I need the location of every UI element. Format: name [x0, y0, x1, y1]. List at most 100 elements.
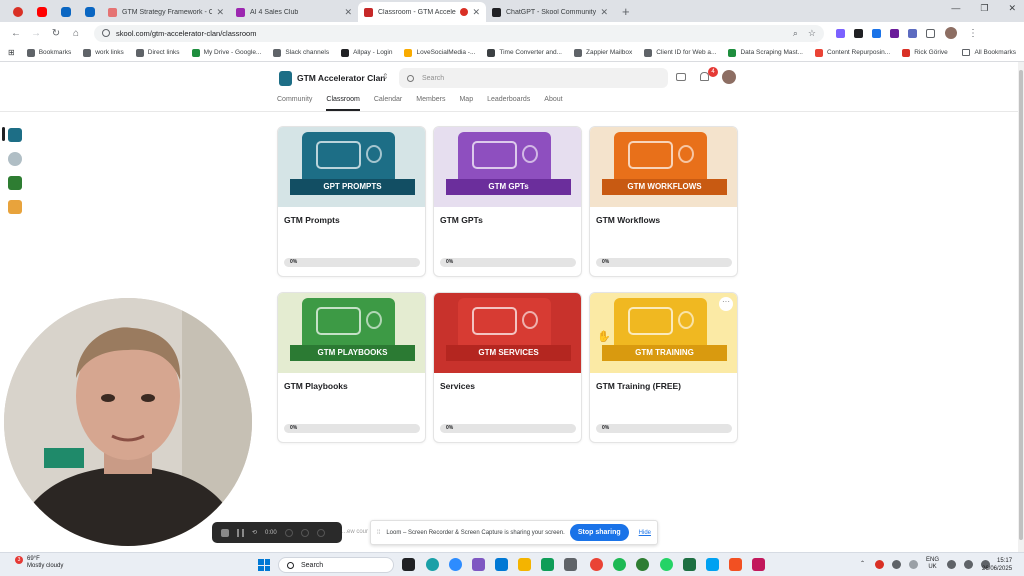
app-icon[interactable]: [564, 558, 577, 571]
bookmark-item[interactable]: Time Converter and...: [487, 48, 562, 57]
bookmark-star-icon[interactable]: ☆: [808, 28, 816, 39]
extension-icon[interactable]: [836, 28, 845, 38]
extension-icon[interactable]: [854, 28, 863, 38]
file-explorer-icon[interactable]: [402, 558, 415, 571]
extension-icon[interactable]: [890, 28, 899, 38]
course-card[interactable]: GTM PLAYBOOKS GTM Playbooks 0%: [277, 292, 426, 443]
browser-tab[interactable]: GTM Strategy Framework - Cla ✕: [102, 2, 230, 22]
excel-icon[interactable]: [683, 558, 696, 571]
microphone-icon[interactable]: [909, 559, 918, 569]
course-card[interactable]: GTM WORKFLOWS GTM Workflows 0%: [589, 126, 738, 277]
home-icon[interactable]: ⌂: [66, 28, 86, 39]
reload-icon[interactable]: ↻: [46, 28, 66, 39]
group-logo[interactable]: [279, 71, 292, 86]
forward-icon[interactable]: →: [26, 28, 46, 39]
zoom-app-icon[interactable]: [449, 558, 462, 571]
course-card[interactable]: GTM TRAINING GTM Training (FREE) 0% ···: [589, 292, 738, 443]
nav-tab-about[interactable]: About: [544, 96, 562, 111]
nav-tab-community[interactable]: Community: [277, 96, 312, 111]
webcam-bubble[interactable]: [4, 298, 252, 546]
app-icon[interactable]: [636, 558, 649, 571]
bookmark-item[interactable]: Direct links: [135, 48, 180, 57]
pause-icon[interactable]: [237, 528, 244, 537]
group-name[interactable]: GTM Accelerator Clan: [297, 73, 386, 83]
close-tab-icon[interactable]: ✕: [600, 7, 608, 18]
app-icon[interactable]: [541, 558, 554, 571]
pinned-tab-record[interactable]: [6, 2, 30, 22]
bookmark-item[interactable]: LoveSocialMedia -...: [404, 48, 475, 57]
close-tab-icon[interactable]: ✕: [344, 7, 352, 18]
address-bar[interactable]: skool.com/gtm-accelerator-clan/classroom…: [94, 24, 824, 42]
stop-recording-icon[interactable]: [221, 528, 229, 537]
taskbar-search[interactable]: Search: [278, 557, 394, 573]
spotify-icon[interactable]: [613, 558, 626, 571]
app-icon[interactable]: [729, 558, 742, 571]
nav-tab-calendar[interactable]: Calendar: [374, 96, 402, 111]
group-icon-brain[interactable]: [8, 152, 22, 166]
bookmark-item[interactable]: work links: [83, 48, 124, 57]
bookmark-item[interactable]: Content Repurposin...: [814, 48, 890, 57]
group-switcher-icon[interactable]: ⇕: [382, 72, 389, 81]
nav-tab-classroom[interactable]: Classroom: [326, 96, 360, 111]
bookmark-item[interactable]: Zappier Mailbox: [574, 48, 632, 57]
nav-tab-map[interactable]: Map: [459, 96, 473, 111]
more-options-icon[interactable]: ···: [719, 297, 733, 311]
scrollbar-thumb[interactable]: [1019, 70, 1023, 540]
all-bookmarks[interactable]: All Bookmarks: [962, 49, 1016, 56]
close-tab-icon[interactable]: ✕: [216, 7, 224, 18]
pinned-tab-linkedin-2[interactable]: [78, 2, 102, 22]
new-tab-button[interactable]: +: [614, 2, 638, 22]
bookmark-item[interactable]: Data Scraping Mast...: [728, 48, 803, 57]
bookmark-item[interactable]: Bookmarks: [26, 48, 71, 57]
weather-widget[interactable]: 3 69°F Mostly cloudy: [12, 556, 63, 570]
menu-icon[interactable]: ⋮: [963, 28, 983, 39]
app-icon[interactable]: [472, 558, 485, 571]
bookmark-item[interactable]: Client ID for Web a...: [644, 48, 716, 57]
language-indicator[interactable]: ENG UK: [926, 557, 939, 571]
browser-tab[interactable]: AI 4 Sales Club ✕: [230, 2, 358, 22]
nav-tab-leaderboards[interactable]: Leaderboards: [487, 96, 530, 111]
close-tab-icon[interactable]: ✕: [472, 7, 480, 18]
files-icon[interactable]: [518, 558, 531, 571]
whatsapp-icon[interactable]: [660, 558, 673, 571]
tray-app-icon[interactable]: [892, 559, 901, 569]
app-icon[interactable]: [752, 558, 765, 571]
course-card[interactable]: GTM SERVICES Services 0%: [433, 292, 582, 443]
group-icon-orange[interactable]: [8, 200, 22, 214]
bookmark-item[interactable]: My Drive - Google...: [191, 48, 261, 57]
pinned-tab-linkedin[interactable]: [54, 2, 78, 22]
minimize-icon[interactable]: —: [951, 3, 960, 14]
stop-sharing-button[interactable]: Stop sharing: [569, 524, 629, 541]
camera-toggle-icon[interactable]: [300, 528, 309, 537]
drag-handle-icon[interactable]: ⁞⁞: [377, 530, 380, 536]
browser-tab[interactable]: Classroom - GTM Accelerat ✕: [358, 2, 486, 22]
restore-icon[interactable]: ❐: [980, 3, 988, 14]
pinned-tab-youtube[interactable]: [30, 2, 54, 22]
course-card[interactable]: GTM GPTs GTM GPTs 0%: [433, 126, 582, 277]
search-input[interactable]: Search: [399, 68, 668, 88]
delete-icon[interactable]: [316, 528, 325, 537]
user-avatar[interactable]: [722, 70, 736, 84]
wifi-icon[interactable]: [947, 559, 957, 569]
system-clock[interactable]: 15:17 26/06/2025: [982, 557, 1012, 573]
chrome-icon[interactable]: [590, 558, 603, 571]
bookmark-item[interactable]: Slack channels: [273, 48, 329, 57]
outlook-icon[interactable]: [495, 558, 508, 571]
tray-app-icon[interactable]: [875, 559, 884, 569]
zoom-icon[interactable]: ⌕: [793, 28, 798, 39]
restart-icon[interactable]: ⟲: [252, 529, 257, 536]
volume-icon[interactable]: [964, 559, 974, 569]
browser-tab[interactable]: ChatGPT - Skool Community B ✕: [486, 2, 614, 22]
site-info-icon[interactable]: [102, 29, 110, 37]
close-window-icon[interactable]: ✕: [1008, 3, 1016, 14]
hide-link[interactable]: Hide: [639, 530, 651, 536]
nav-tab-members[interactable]: Members: [416, 96, 445, 111]
puzzle-icon[interactable]: [926, 28, 935, 38]
bookmark-item[interactable]: Allpay - Login: [341, 48, 392, 57]
apps-icon[interactable]: ⊞: [8, 48, 15, 57]
group-icon-green[interactable]: [8, 176, 22, 190]
profile-avatar[interactable]: [945, 27, 957, 39]
windows-start-icon[interactable]: [258, 559, 270, 571]
course-card[interactable]: GPT PROMPTS GTM Prompts 0%: [277, 126, 426, 277]
edge-icon[interactable]: [426, 558, 439, 571]
